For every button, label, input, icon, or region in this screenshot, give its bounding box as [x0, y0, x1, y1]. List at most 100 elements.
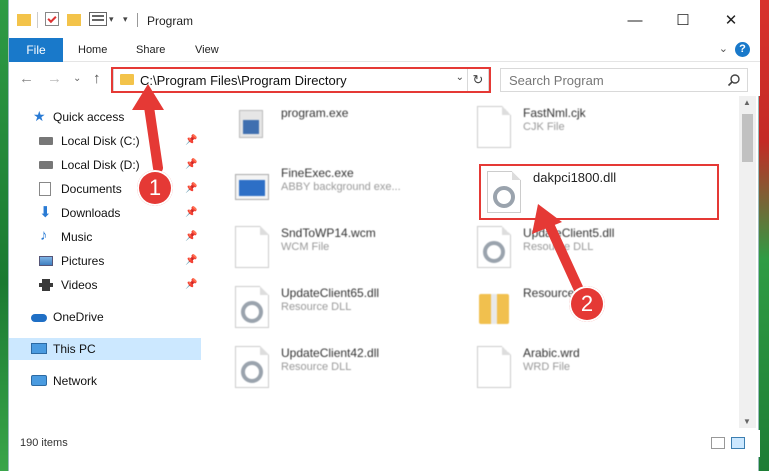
documents-icon	[39, 182, 51, 196]
pin-icon[interactable]: 📌	[185, 183, 197, 194]
file-description: CJK File	[523, 121, 565, 133]
title-separator	[137, 13, 138, 27]
collapse-ribbon-icon[interactable]: ⌄	[719, 42, 728, 55]
folder-icon	[17, 14, 31, 26]
dll-file-icon	[235, 286, 269, 328]
folder-icon	[120, 74, 134, 85]
pin-icon[interactable]: 📌	[185, 207, 197, 218]
file-description: Resource DLL	[523, 241, 594, 253]
sidebar-item-label: This PC	[53, 342, 96, 356]
pictures-icon	[39, 256, 53, 266]
back-button[interactable]: ←	[19, 70, 34, 87]
file-item[interactable]: program.exe	[221, 100, 451, 156]
desktop-background-right	[759, 0, 769, 471]
refresh-button[interactable]: ↻	[467, 68, 489, 92]
scroll-down-icon[interactable]: ▼	[743, 417, 751, 426]
sidebar-item-local-disk-d[interactable]: Local Disk (D:) 📌	[9, 154, 201, 176]
file-item[interactable]: UpdateClient42.dll Resource DLL	[221, 340, 451, 396]
file-explorer-window: ▾ ▾ Program — ☐ ✕ File Home Share View ⌄…	[8, 0, 760, 471]
tab-home[interactable]: Home	[78, 38, 107, 62]
close-button[interactable]: ✕	[708, 8, 754, 34]
title-bar: ▾ ▾ Program — ☐ ✕	[9, 0, 760, 38]
sidebar-item-label: Music	[61, 230, 93, 244]
scroll-thumb[interactable]	[742, 114, 753, 162]
sidebar-item-pictures[interactable]: Pictures 📌	[9, 250, 201, 272]
file-name: Resource	[523, 286, 575, 300]
file-description: Resource DLL	[281, 361, 352, 373]
pin-icon[interactable]: 📌	[185, 255, 197, 266]
file-name: UpdateClient5.dll	[523, 226, 615, 240]
status-bar: 190 items	[9, 430, 760, 457]
drive-icon	[39, 161, 53, 169]
details-view-icon[interactable]	[711, 437, 725, 449]
target-file-item[interactable]: dakpci1800.dll	[479, 164, 719, 220]
folder-icon	[477, 286, 511, 328]
pin-icon[interactable]: 📌	[185, 279, 197, 290]
scroll-up-icon[interactable]: ▲	[743, 98, 751, 107]
large-icons-view-icon[interactable]	[731, 437, 745, 449]
ribbon: File Home Share View ⌄ ?	[9, 38, 760, 62]
properties-icon[interactable]	[45, 12, 59, 26]
sidebar-item-onedrive[interactable]: OneDrive	[9, 306, 201, 328]
up-button[interactable]: ↑	[93, 70, 101, 87]
tab-file[interactable]: File	[9, 38, 63, 62]
address-path[interactable]: C:\Program Files\Program Directory	[140, 73, 347, 88]
file-item[interactable]: FineExec.exe ABBY background exe...	[221, 160, 451, 216]
pin-icon[interactable]: 📌	[185, 135, 197, 146]
file-list: program.exe FastNml.cjk CJK File FineExe…	[213, 96, 737, 428]
file-description: WRD File	[523, 361, 571, 373]
forward-button[interactable]: →	[47, 70, 62, 87]
minimize-button[interactable]: —	[612, 8, 658, 34]
star-icon: ★	[33, 108, 46, 124]
new-folder-icon[interactable]	[67, 14, 81, 26]
item-count: 190 items	[20, 437, 68, 449]
help-icon[interactable]: ?	[735, 42, 750, 57]
navigation-bar: ← → ⌄ ↑ C:\Program Files\Program Directo…	[9, 62, 760, 96]
pin-icon[interactable]: 📌	[185, 159, 197, 170]
view-icon[interactable]	[89, 12, 107, 26]
desktop-background-left	[0, 0, 8, 471]
file-item[interactable]: UpdateClient5.dll Resource DLL	[463, 220, 693, 276]
file-item[interactable]: FastNml.cjk CJK File	[463, 100, 693, 156]
file-name: FineExec.exe	[281, 166, 354, 180]
sidebar-item-label: Quick access	[53, 110, 125, 124]
file-item[interactable]: Arabic.wrd WRD File	[463, 340, 693, 396]
pin-icon[interactable]: 📌	[185, 231, 197, 242]
sidebar-item-label: Pictures	[61, 254, 105, 268]
sidebar-item-this-pc[interactable]: This PC	[9, 338, 201, 360]
sidebar-item-label: Local Disk (D:)	[61, 158, 140, 172]
recent-locations-icon[interactable]: ⌄	[73, 73, 81, 84]
file-description: Resource DLL	[281, 301, 352, 313]
customize-toolbar-dropdown-icon[interactable]: ▾	[109, 14, 114, 25]
program-icon	[235, 106, 269, 148]
sidebar-item-label: Local Disk (C:)	[61, 134, 140, 148]
dropdown-icon[interactable]: ▾	[123, 14, 128, 25]
sidebar-item-downloads[interactable]: ⬇ Downloads 📌	[9, 202, 201, 224]
drive-icon	[39, 137, 53, 145]
document-icon	[477, 106, 511, 148]
separator	[37, 12, 38, 28]
cloud-icon	[31, 314, 47, 322]
address-dropdown-icon[interactable]: ⌄	[456, 72, 464, 83]
maximize-button[interactable]: ☐	[660, 8, 706, 34]
music-icon: ♪	[40, 227, 48, 244]
address-bar[interactable]: C:\Program Files\Program Directory ⌄	[113, 68, 489, 92]
sidebar-item-videos[interactable]: Videos 📌	[9, 274, 201, 296]
window-title: Program	[147, 14, 194, 28]
callout-two: 2	[569, 286, 605, 322]
file-item[interactable]: UpdateClient65.dll Resource DLL	[221, 280, 451, 336]
vertical-scrollbar[interactable]: ▲ ▼	[739, 96, 756, 428]
file-item[interactable]: SndToWP14.wcm WCM File	[221, 220, 451, 276]
file-name: UpdateClient65.dll	[281, 286, 380, 300]
sidebar-item-quick-access[interactable]: ★ Quick access	[9, 106, 201, 128]
sidebar-item-music[interactable]: ♪ Music 📌	[9, 226, 201, 248]
sidebar-item-network[interactable]: Network	[9, 370, 201, 392]
tab-view[interactable]: View	[195, 38, 219, 62]
file-description: ABBY background exe...	[281, 181, 401, 193]
search-icon[interactable]	[727, 73, 741, 87]
sidebar-item-local-disk-c[interactable]: Local Disk (C:) 📌	[9, 130, 201, 152]
sidebar-item-label: Videos	[61, 278, 98, 292]
computer-icon	[31, 343, 47, 354]
tab-share[interactable]: Share	[136, 38, 165, 62]
search-input[interactable]: Search Program	[500, 68, 748, 92]
